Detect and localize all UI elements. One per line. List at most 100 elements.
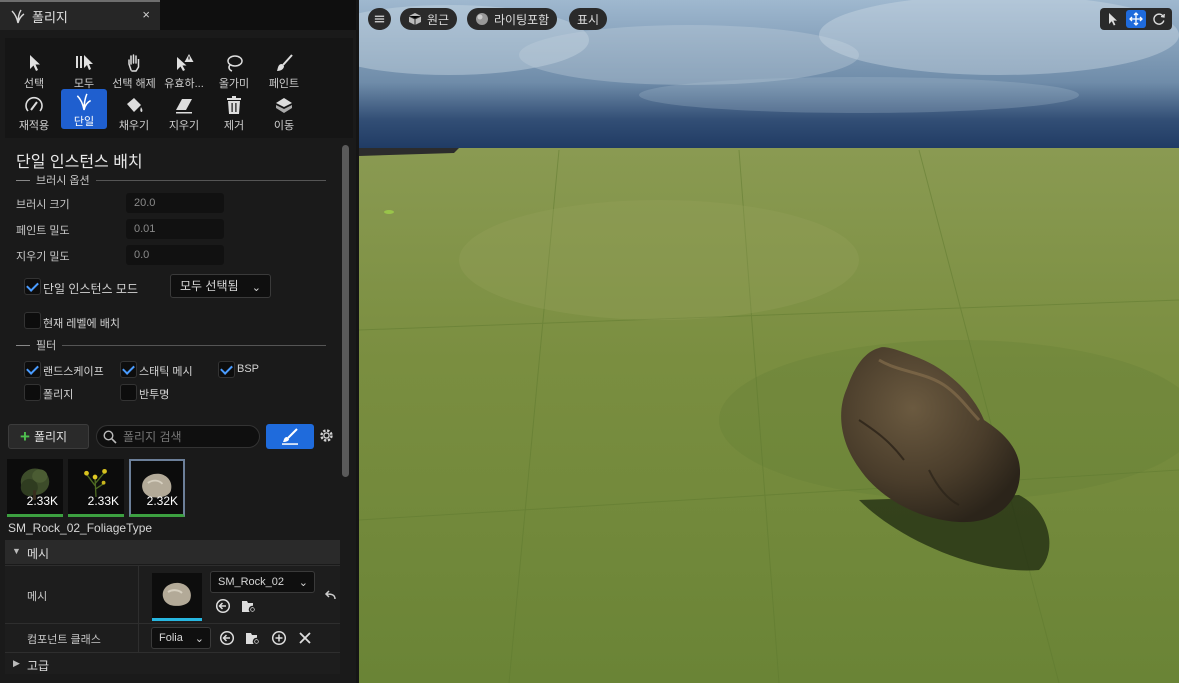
- triangle-right-icon: ▶: [13, 658, 20, 668]
- foliage-panel: 폴리지 × 선택 모두 선택 해제 유효하... 올가미 페인트 재적용 단일 …: [0, 0, 356, 683]
- viewport-menu-button[interactable]: [368, 8, 391, 30]
- filter-landscape-checkbox[interactable]: [24, 361, 41, 378]
- erase-density-field[interactable]: 0.0: [126, 245, 224, 265]
- close-icon[interactable]: ×: [142, 7, 150, 22]
- tool-select-all[interactable]: 모두: [61, 50, 107, 94]
- single-instance-mode-label: 단일 인스턴스 모드: [43, 282, 138, 296]
- arrow-cursor-icon: [30, 55, 40, 71]
- tool-select[interactable]: 선택: [11, 50, 57, 94]
- triangle-down-icon: ▼: [12, 546, 21, 556]
- foliage-toolbox: 선택 모두 선택 해제 유효하... 올가미 페인트 재적용 단일 채우기 지우…: [5, 38, 353, 138]
- mesh-label: 메시: [27, 591, 48, 603]
- brush-size-field[interactable]: 20.0: [126, 193, 224, 213]
- foliage-search[interactable]: [96, 425, 260, 448]
- component-class-label: 컴포넌트 클래스: [27, 634, 101, 646]
- foliage-search-input[interactable]: [123, 429, 253, 444]
- instance-count: 2.33K: [26, 494, 58, 508]
- lighting-mode-button[interactable]: 라이팅포함: [467, 8, 558, 30]
- place-current-level-checkbox[interactable]: [24, 312, 41, 329]
- plus-icon: +: [20, 426, 30, 446]
- foliage-type-flower[interactable]: 2.33K: [68, 459, 124, 517]
- gear-icon[interactable]: [318, 427, 335, 444]
- chevron-down-icon: ⌄: [251, 282, 261, 294]
- brush-size-label: 브러시 크기: [16, 199, 70, 211]
- tool-erase[interactable]: 지우기: [161, 92, 207, 136]
- single-instance-mode-checkbox[interactable]: [24, 278, 41, 295]
- add-foliage-button[interactable]: + 폴리지: [8, 424, 89, 449]
- select-all-icon: [76, 55, 93, 70]
- transform-toolbar: [1100, 8, 1172, 30]
- place-current-level-label: 현재 레벨에 배치: [43, 318, 120, 330]
- filter-bsp-label: BSP: [237, 363, 260, 375]
- tool-single[interactable]: 단일: [61, 89, 107, 129]
- rotate-mode-button[interactable]: [1149, 10, 1169, 28]
- reset-arrow-icon[interactable]: [322, 587, 338, 603]
- tool-paint[interactable]: 페인트: [261, 50, 307, 94]
- mesh-asset-dropdown[interactable]: SM_Rock_02 ⌄: [210, 571, 315, 593]
- advanced-category-header[interactable]: ▶ 고급: [5, 652, 340, 674]
- filter-static-mesh-checkbox[interactable]: [120, 361, 137, 378]
- invalid-warning-icon: [177, 54, 194, 71]
- fill-bucket-icon: [127, 98, 143, 112]
- single-grass-icon: [76, 93, 92, 111]
- move-icon: [276, 98, 292, 113]
- browse-folder-icon[interactable]: [241, 598, 257, 614]
- mesh-category-header[interactable]: ▼ 메시: [5, 540, 340, 564]
- tab-foliage[interactable]: 폴리지 ×: [0, 0, 160, 30]
- use-selected-asset-icon[interactable]: [215, 598, 231, 614]
- browse-folder-icon[interactable]: [245, 630, 261, 646]
- erase-density-label: 지우기 밀도: [16, 251, 70, 263]
- filters-header: 필터: [16, 338, 326, 352]
- instance-mode-dropdown[interactable]: 모두 선택됨 ⌄: [170, 274, 271, 298]
- filter-translucent-checkbox[interactable]: [120, 384, 137, 401]
- hamburger-menu-icon: [374, 15, 385, 23]
- component-class-dropdown[interactable]: Folia ⌄: [151, 627, 211, 649]
- clear-x-icon[interactable]: [297, 630, 313, 646]
- deselect-hand-icon: [128, 54, 140, 72]
- add-circle-icon[interactable]: [271, 630, 287, 646]
- instance-count: 2.33K: [87, 494, 119, 508]
- tab-title: 폴리지: [32, 9, 68, 25]
- foliage-type-rock[interactable]: 2.32K: [129, 459, 185, 517]
- tool-deselect[interactable]: 선택 해제: [111, 50, 157, 94]
- sphere-icon: [476, 13, 488, 25]
- rock-thumbnail-icon: [162, 582, 191, 606]
- tool-lasso[interactable]: 올가미: [211, 50, 257, 94]
- filter-translucent-label: 반투명: [139, 389, 170, 401]
- brush-options-header: 브러시 옵션: [16, 173, 326, 187]
- filter-foliage-label: 폴리지: [43, 389, 74, 401]
- perspective-button[interactable]: 원근: [400, 8, 458, 30]
- component-class-row: 컴포넌트 클래스 Folia ⌄: [5, 623, 340, 652]
- show-button[interactable]: 표시: [569, 8, 608, 30]
- level-viewport[interactable]: 원근 라이팅포함 표시: [359, 0, 1179, 683]
- foliage-type-tree[interactable]: 2.33K: [7, 459, 63, 517]
- tab-bar: 폴리지 ×: [0, 0, 356, 30]
- chevron-down-icon: ⌄: [194, 633, 204, 645]
- filter-foliage-checkbox[interactable]: [24, 384, 41, 401]
- paint-density-field[interactable]: 0.01: [126, 219, 224, 239]
- foliage-grass-icon: [11, 9, 25, 24]
- mesh-thumbnail[interactable]: [152, 573, 202, 621]
- tool-reapply[interactable]: 재적용: [11, 92, 57, 136]
- select-mode-button[interactable]: [1103, 10, 1123, 28]
- rotate-icon: [1153, 13, 1165, 25]
- cube-icon: [408, 13, 422, 25]
- use-selected-class-icon[interactable]: [219, 630, 235, 646]
- tool-remove[interactable]: 제거: [211, 92, 257, 136]
- mesh-row: 메시 SM_Rock_02 ⌄: [5, 565, 340, 623]
- paint-density-label: 페인트 밀도: [16, 225, 70, 237]
- panel-scrollbar[interactable]: [342, 145, 349, 477]
- filter-bsp-checkbox[interactable]: [218, 361, 235, 378]
- trash-icon: [227, 96, 241, 114]
- tool-invalid[interactable]: 유효하...: [161, 50, 207, 94]
- translate-mode-button[interactable]: [1126, 10, 1146, 28]
- tool-move[interactable]: 이동: [261, 92, 307, 136]
- tool-fill[interactable]: 채우기: [111, 92, 157, 136]
- paint-foliage-button[interactable]: [266, 424, 314, 449]
- arrow-cursor-icon: [1109, 13, 1117, 26]
- viewport-scene: [359, 0, 1179, 683]
- search-icon: [103, 429, 117, 444]
- chevron-down-icon: ⌄: [298, 577, 308, 589]
- filter-landscape-label: 랜드스케이프: [43, 366, 104, 378]
- lasso-icon: [227, 55, 243, 72]
